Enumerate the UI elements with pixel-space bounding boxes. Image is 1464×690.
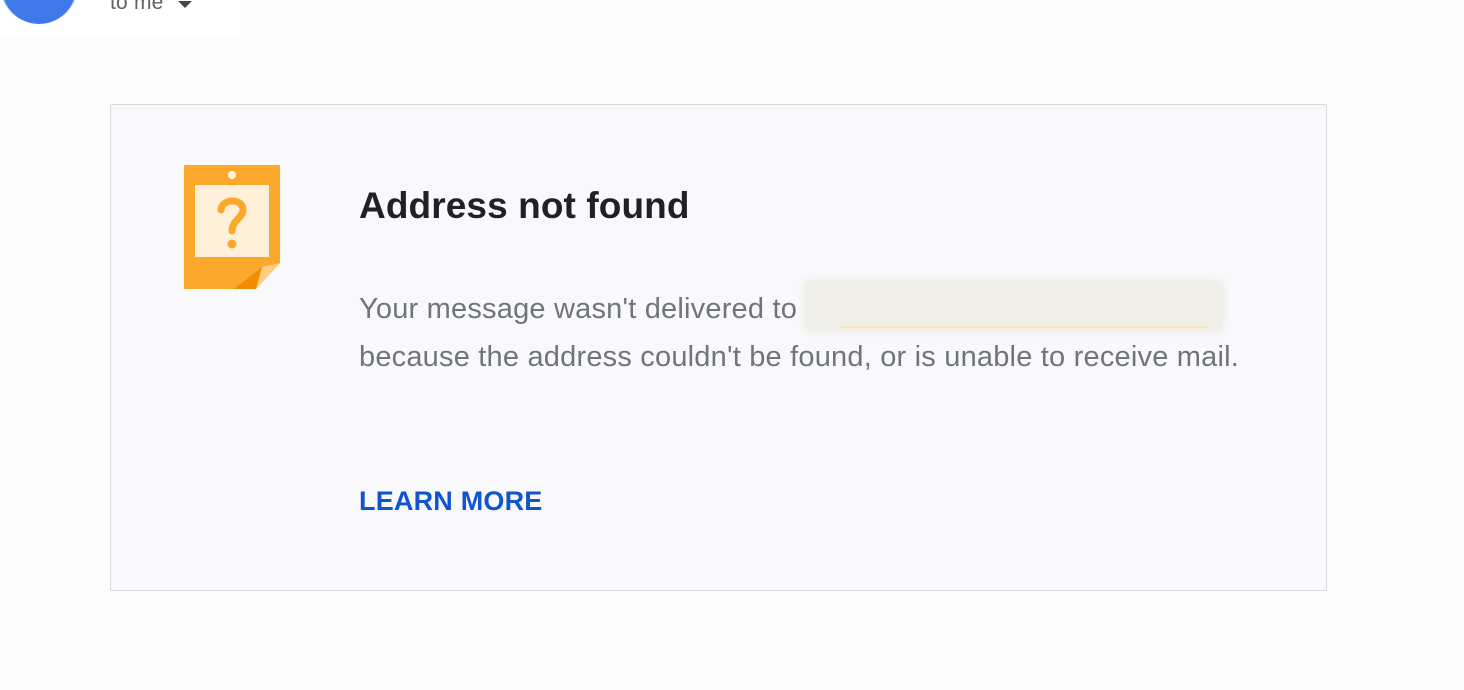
message-prefix: Your message wasn't delivered to xyxy=(359,293,798,325)
bounce-notice-card: Address not found Your message wasn't de… xyxy=(110,104,1327,591)
notice-title: Address not found xyxy=(359,185,690,226)
recipient-details-toggle[interactable]: to me xyxy=(110,0,192,15)
recipient-label: to me xyxy=(110,0,164,14)
avatar[interactable] xyxy=(0,0,78,24)
notice-message: Your message wasn't delivered to because… xyxy=(359,281,1259,381)
email-view: to me Address not found Your message was… xyxy=(0,0,1464,690)
avatar-silhouette xyxy=(2,0,76,24)
redacted-recipient-address xyxy=(805,281,1224,332)
question-note-icon xyxy=(184,165,280,289)
learn-more-link[interactable]: LEARN MORE xyxy=(359,486,543,517)
message-suffix: because the address couldn't be found, o… xyxy=(359,341,1240,373)
sender-header: to me xyxy=(0,0,240,34)
caret-down-icon[interactable] xyxy=(177,0,192,8)
